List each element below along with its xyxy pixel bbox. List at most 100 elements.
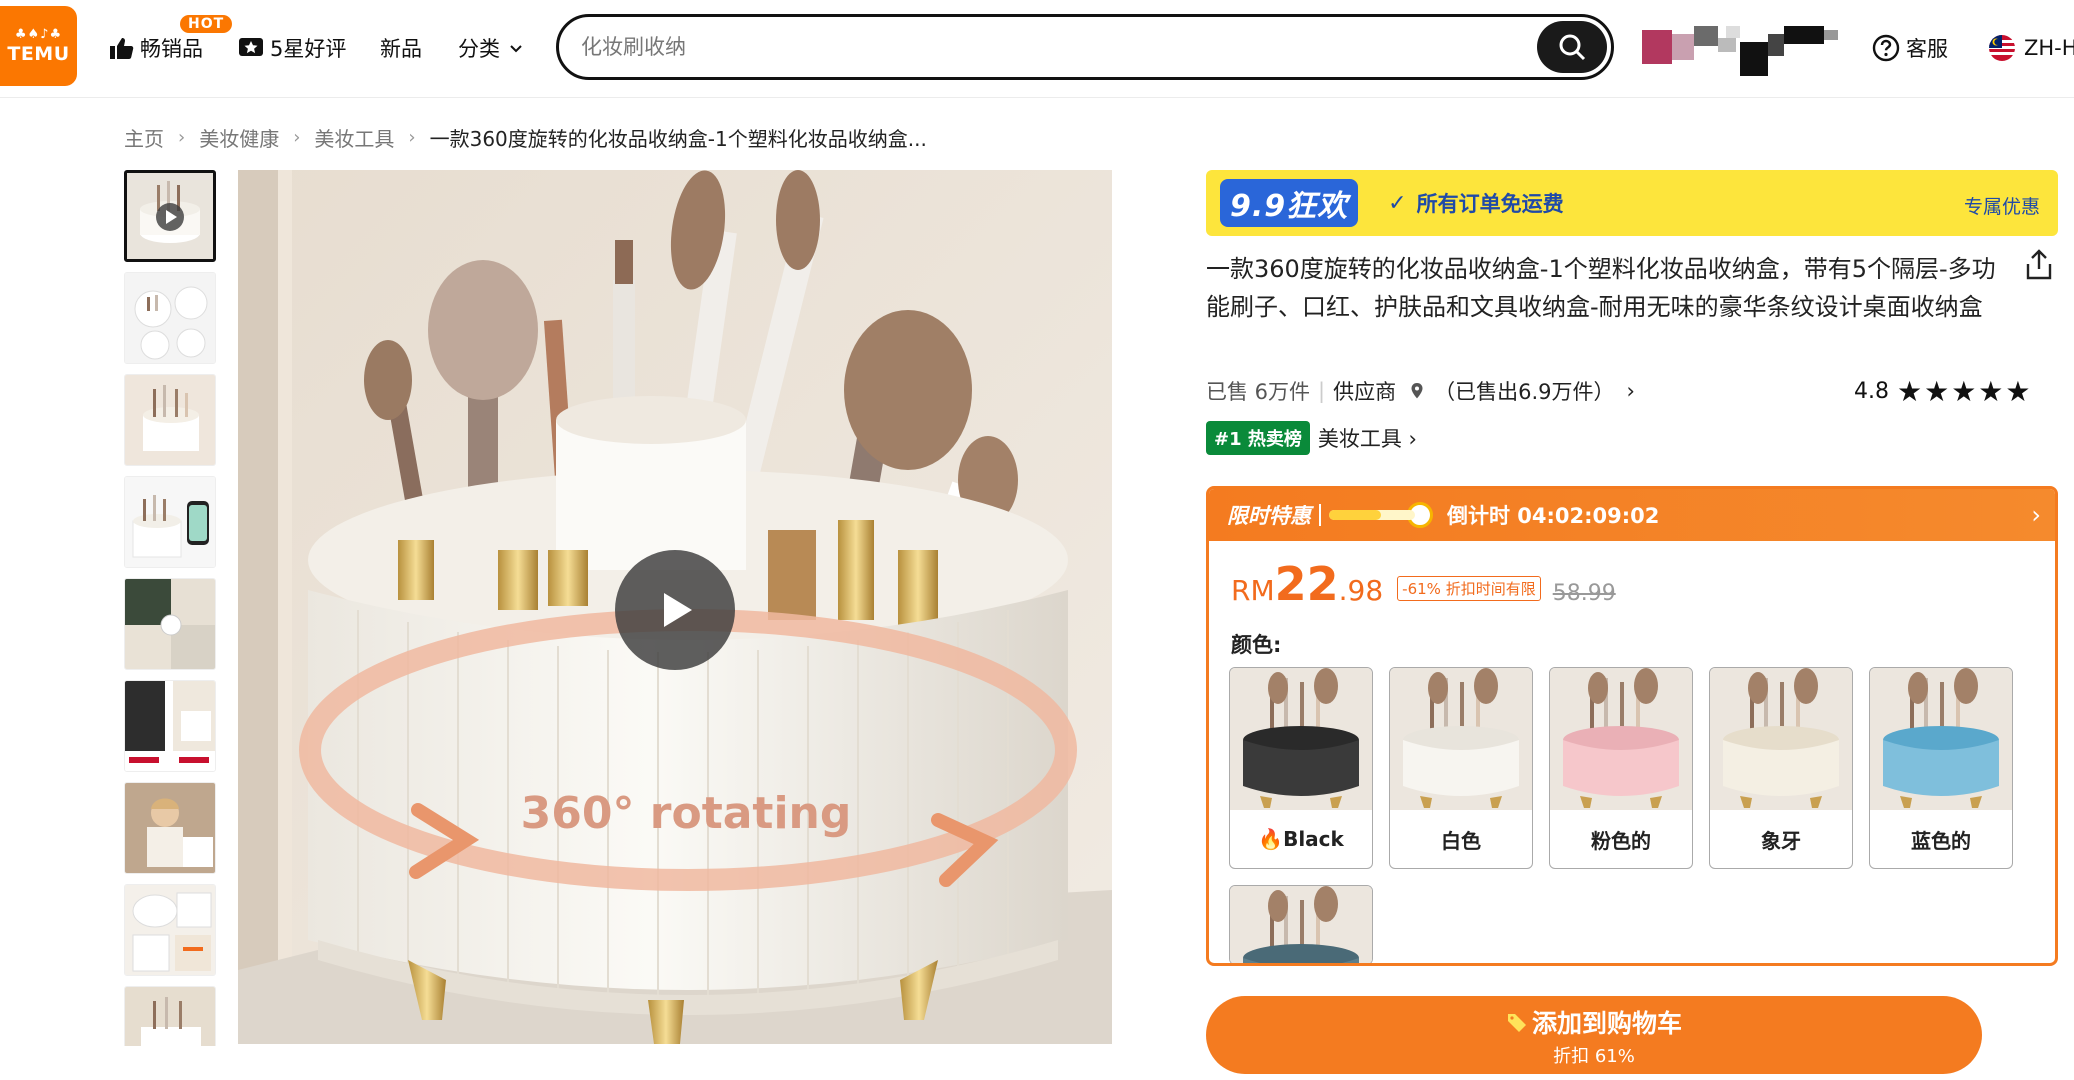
play-icon: [664, 593, 692, 627]
search-button[interactable]: [1537, 21, 1607, 73]
thumbnail-image: [127, 173, 213, 259]
exclusive-offer-link[interactable]: 专属优惠: [1964, 192, 2040, 219]
search-icon: [1559, 34, 1586, 61]
product-rating[interactable]: 4.8 ★★★★★: [1854, 374, 2033, 408]
bestseller-rank-row[interactable]: #1 热卖榜 美妆工具 ›: [1206, 420, 1417, 456]
color-swatch[interactable]: 粉色的: [1549, 667, 1693, 869]
deal-header[interactable]: 限时特惠 倒计时 04:02:09:02 ›: [1209, 489, 2055, 541]
breadcrumb-home[interactable]: 主页: [124, 123, 164, 152]
thumbnail-image: [125, 987, 215, 1046]
color-swatch[interactable]: 🔥Black: [1229, 667, 1373, 869]
color-swatch[interactable]: [1229, 885, 1373, 963]
breadcrumb-separator-icon: ›: [293, 126, 301, 148]
price-integer: 22: [1274, 557, 1339, 611]
swatch-label: 粉色的: [1591, 828, 1651, 853]
color-swatch[interactable]: 白色: [1389, 667, 1533, 869]
temu-logo[interactable]: ♣♠♪♣ TEMU: [0, 6, 77, 86]
promo-tag: 9.9狂欢: [1220, 179, 1359, 227]
color-swatch[interactable]: 象牙: [1709, 667, 1853, 869]
chevron-down-icon: [510, 45, 522, 53]
limited-deal-box: 限时特惠 倒计时 04:02:09:02 › RM 22 .98 -61% 折扣…: [1206, 486, 2058, 966]
thumbnail-image: [125, 579, 215, 669]
nav-bestsellers-label: 畅销品: [140, 37, 203, 61]
search-bar: [556, 14, 1614, 80]
product-title: 一款360度旋转的化妆品收纳盒-1个塑料化妆品收纳盒，带有5个隔层-多功能刷子、…: [1206, 255, 1996, 321]
rotating-caption: 360° rotating: [521, 788, 852, 839]
supplier-link[interactable]: 供应商 （已售出6.9万件） ›: [1333, 376, 1635, 406]
thumbnail-2[interactable]: [124, 272, 216, 364]
breadcrumb-beauty-tools[interactable]: 美妆工具: [314, 123, 394, 152]
nav-five-star[interactable]: 5星好评: [238, 28, 346, 68]
thumbnail-9[interactable]: [124, 986, 216, 1046]
swatch-image: [1710, 668, 1852, 810]
thumbnail-4[interactable]: [124, 476, 216, 568]
language-selector[interactable]: ZH-H: [1988, 30, 2074, 66]
share-icon[interactable]: [2022, 248, 2056, 282]
customer-service-link[interactable]: 客服: [1872, 30, 1948, 66]
swatch-image: [1390, 668, 1532, 810]
logo-glyphs: ♣♠♪♣: [14, 27, 63, 42]
promo-banner[interactable]: 9.9狂欢 ✓ 所有订单免运费 专属优惠: [1206, 170, 2058, 236]
add-to-cart-label: 添加到购物车: [1531, 1009, 1682, 1038]
checkmark-icon: ✓: [1388, 190, 1407, 216]
swatch-label: 白色: [1441, 828, 1481, 853]
divider: |: [1318, 379, 1326, 403]
thumbnail-5[interactable]: [124, 578, 216, 670]
chevron-right-icon: ›: [1626, 379, 1635, 403]
malaysia-flag-icon: [1989, 35, 2015, 61]
thumbnail-image: [125, 783, 215, 873]
thumbnail-image: [125, 885, 215, 975]
nav-new-arrivals-label: 新品: [380, 37, 422, 61]
swatch-image: [1550, 668, 1692, 810]
account-avatar[interactable]: [1640, 24, 1840, 80]
thumbnail-image: [125, 375, 215, 465]
rating-value: 4.8: [1854, 378, 1889, 404]
main-product-image[interactable]: 360° rotating: [238, 170, 1112, 1044]
thumbnail-8[interactable]: [124, 884, 216, 976]
customer-service-label: 客服: [1906, 37, 1948, 61]
nav-categories[interactable]: 分类: [458, 28, 530, 68]
add-to-cart-discount: 折扣 61%: [1553, 1046, 1635, 1067]
top-header: ♣♠♪♣ TEMU 畅销品 HOT 5星好评 新品 分类 客服: [0, 0, 2074, 98]
deal-separator: [1319, 504, 1321, 526]
thumbnail-6[interactable]: [124, 680, 216, 772]
supplier-label: 供应商: [1333, 380, 1397, 404]
thumbnail-3[interactable]: [124, 374, 216, 466]
play-video-button[interactable]: [615, 550, 735, 670]
bestseller-rank-badge: #1 热卖榜: [1206, 421, 1310, 455]
breadcrumb: 主页 › 美妆健康 › 美妆工具 › 一款360度旋转的化妆品收纳盒-1个塑料化…: [124, 122, 927, 152]
breadcrumb-separator-icon: ›: [408, 126, 416, 148]
thumbnail-7[interactable]: [124, 782, 216, 874]
thumbnail-image: [125, 681, 215, 771]
tag-icon: [1507, 1014, 1526, 1032]
chevron-right-icon[interactable]: ›: [2031, 501, 2041, 529]
sold-count: 已售 6万件: [1206, 380, 1311, 404]
nav-five-star-label: 5星好评: [270, 37, 347, 61]
add-to-cart-main: 添加到购物车: [1206, 1004, 1982, 1040]
rank-category-link[interactable]: 美妆工具 ›: [1318, 423, 1417, 453]
breadcrumb-current-product: 一款360度旋转的化妆品收纳盒-1个塑料化妆品收纳盒...: [429, 126, 927, 151]
deal-progress-bar: [1329, 510, 1415, 520]
thumbs-up-icon: [110, 38, 134, 59]
rating-stars-icon: ★★★★★: [1897, 374, 2033, 408]
breadcrumb-beauty-health[interactable]: 美妆健康: [199, 123, 279, 152]
add-to-cart-button[interactable]: 添加到购物车 折扣 61%: [1206, 996, 1982, 1074]
nav-categories-label: 分类: [458, 37, 500, 61]
swatch-image: [1230, 668, 1372, 810]
swatch-image: [1870, 668, 2012, 810]
language-label: ZH-H: [2024, 36, 2074, 60]
nav-bestsellers[interactable]: 畅销品: [108, 28, 203, 68]
swatch-label: 蓝色的: [1911, 828, 1971, 853]
thumbnail-video[interactable]: [124, 170, 216, 262]
help-circle-icon: [1872, 34, 1900, 62]
logo-wordmark: TEMU: [7, 43, 70, 65]
swatch-image: [1230, 886, 1372, 963]
deal-label: 限时特惠: [1227, 504, 1311, 528]
search-input[interactable]: [581, 29, 1481, 65]
color-swatch[interactable]: 蓝色的: [1869, 667, 2013, 869]
color-label: 颜色:: [1231, 633, 1282, 657]
breadcrumb-separator-icon: ›: [178, 126, 186, 148]
nav-new-arrivals[interactable]: 新品: [380, 28, 422, 68]
price-row: RM 22 .98 -61% 折扣时间有限 58.99: [1231, 557, 1616, 613]
price-decimal: .98: [1338, 574, 1384, 607]
